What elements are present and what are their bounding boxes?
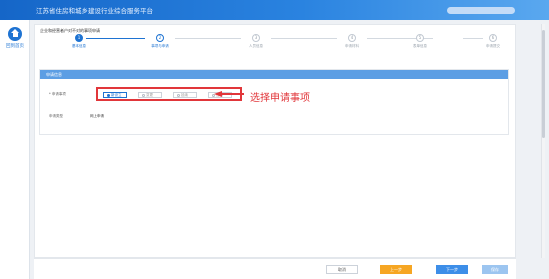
apply-type-label: 申请类型 bbox=[49, 114, 63, 118]
radio-option-label: 变更 bbox=[146, 93, 153, 97]
step-6: 6 申请提交 bbox=[463, 34, 523, 49]
step-number: 4 bbox=[348, 34, 356, 42]
radio-dot-icon bbox=[142, 93, 145, 97]
section-header: 申请信息 bbox=[40, 70, 508, 79]
step-5: 5 表单信息 bbox=[390, 34, 450, 49]
step-label: 申请提交 bbox=[486, 44, 500, 48]
step-number: 1 bbox=[75, 34, 83, 42]
home-button[interactable]: 回到首页 bbox=[4, 27, 26, 49]
radio-option-label: 延续 bbox=[181, 93, 188, 97]
main-panel: 企业和经营者户对不对的事项申请 1 基本信息 2 事项与申请 3 人员信息 4 … bbox=[34, 24, 516, 258]
apply-item-label: * 申请事项 bbox=[49, 92, 66, 96]
scrollbar[interactable] bbox=[541, 24, 545, 258]
next-step-button[interactable]: 下一步 bbox=[436, 265, 468, 274]
footer-bar: 取消 上一步 下一步 保存 bbox=[34, 258, 516, 279]
step-label: 人员信息 bbox=[249, 44, 263, 48]
step-number: 6 bbox=[489, 34, 497, 42]
step-number: 3 bbox=[252, 34, 260, 42]
step-3: 3 人员信息 bbox=[226, 34, 286, 49]
cancel-button[interactable]: 取消 bbox=[326, 265, 358, 274]
step-label: 事项与申请 bbox=[151, 44, 169, 48]
stepper: 1 基本信息 2 事项与申请 3 人员信息 4 申请材料 5 表单信息 6 申请… bbox=[49, 34, 505, 52]
radio-option-renew[interactable]: 延续 bbox=[173, 92, 197, 98]
annotation-arrow-icon bbox=[214, 91, 244, 97]
step-label: 基本信息 bbox=[72, 44, 86, 48]
step-label: 表单信息 bbox=[413, 44, 427, 48]
home-label: 回到首页 bbox=[6, 44, 24, 49]
annotation-text: 选择申请事项 bbox=[250, 93, 310, 104]
step-number: 5 bbox=[416, 34, 424, 42]
step-4: 4 申请材料 bbox=[322, 34, 382, 49]
radio-option-label: 新设立 bbox=[111, 93, 122, 97]
radio-option-new[interactable]: 新设立 bbox=[103, 92, 127, 98]
save-button[interactable]: 保存 bbox=[482, 265, 508, 274]
sidebar: 回到首页 bbox=[0, 20, 30, 279]
step-1: 1 基本信息 bbox=[49, 34, 109, 49]
radio-dot-icon bbox=[177, 93, 180, 97]
step-label: 申请材料 bbox=[345, 44, 359, 48]
apply-type-value: 网上申请 bbox=[90, 114, 104, 118]
user-info-blurred bbox=[447, 7, 515, 14]
radio-option-change[interactable]: 变更 bbox=[138, 92, 162, 98]
prev-step-button[interactable]: 上一步 bbox=[380, 265, 412, 274]
scrollbar-thumb[interactable] bbox=[542, 30, 545, 138]
app-title: 江苏省住房和城乡建设行业综合服务平台 bbox=[36, 7, 153, 15]
radio-dot-icon bbox=[107, 93, 110, 97]
step-2: 2 事项与申请 bbox=[130, 34, 190, 49]
top-bar: 江苏省住房和城乡建设行业综合服务平台 bbox=[0, 0, 549, 20]
home-icon bbox=[8, 27, 22, 41]
step-number: 2 bbox=[156, 34, 164, 42]
